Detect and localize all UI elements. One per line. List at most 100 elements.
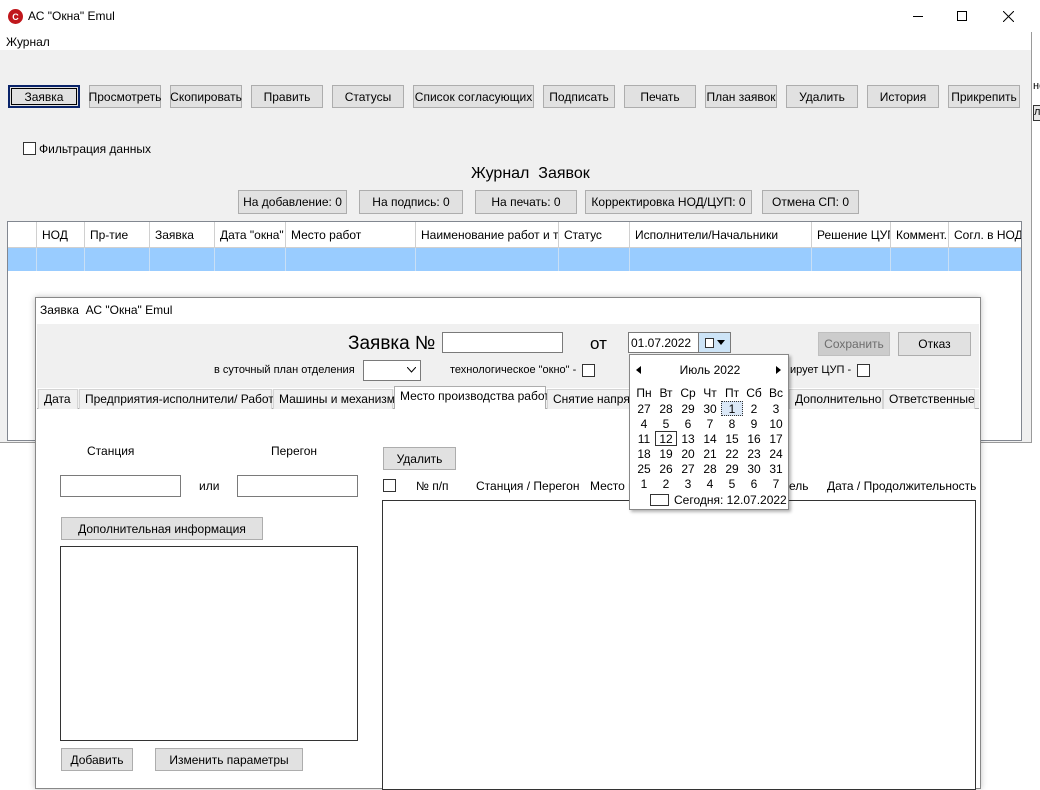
request-number-input[interactable]	[442, 332, 563, 353]
column-header[interactable]: Согл. в НОД	[949, 222, 1021, 248]
date-picker-input[interactable]: 01.07.2022	[628, 332, 731, 353]
calendar-day[interactable]: 10	[765, 416, 787, 431]
column-header[interactable]: Решение ЦУП	[812, 222, 891, 248]
calendar-day[interactable]: 1	[721, 401, 743, 416]
calendar-day[interactable]: 3	[765, 401, 787, 416]
span-input[interactable]	[237, 475, 358, 497]
calendar-day[interactable]: 26	[655, 461, 677, 476]
calendar-day[interactable]: 29	[677, 401, 699, 416]
toolbar-button-history[interactable]: История	[867, 85, 939, 108]
counter-to-print[interactable]: На печать: 0	[475, 190, 577, 214]
calendar-month-title[interactable]: Июль 2022	[630, 363, 790, 377]
column-header[interactable]: Дата "окна"	[215, 222, 286, 248]
calendar-day[interactable]: 15	[721, 431, 743, 446]
calendar-day[interactable]: 21	[699, 446, 721, 461]
calendar-day[interactable]: 22	[721, 446, 743, 461]
delete-location-button[interactable]: Удалить	[383, 447, 456, 470]
calendar-day[interactable]: 3	[677, 476, 699, 491]
calendar-day[interactable]: 6	[743, 476, 765, 491]
toolbar-button-sign[interactable]: Подписать	[543, 85, 615, 108]
column-header[interactable]: Исполнители/Начальники	[630, 222, 812, 248]
toolbar-button-approvers[interactable]: Список согласующих	[413, 85, 534, 108]
toolbar-button-copy[interactable]: Скопировать	[170, 85, 242, 108]
toolbar-button-statuses[interactable]: Статусы	[332, 85, 404, 108]
column-header[interactable]: Статус	[559, 222, 630, 248]
calendar-day[interactable]: 30	[699, 401, 721, 416]
toolbar-button-view[interactable]: Просмотреть	[89, 85, 161, 108]
toolbar-button-print[interactable]: Печать	[624, 85, 696, 108]
calendar-day[interactable]: 29	[721, 461, 743, 476]
calendar-day[interactable]: 7	[765, 476, 787, 491]
add-button[interactable]: Добавить	[61, 748, 133, 771]
tab-machines[interactable]: Машины и механизмы	[273, 389, 404, 409]
counter-to-add[interactable]: На добавление: 0	[238, 190, 347, 214]
calendar-day[interactable]: 27	[633, 401, 655, 416]
calendar-day[interactable]: 8	[721, 416, 743, 431]
table-row[interactable]	[8, 248, 1021, 271]
calendar-day[interactable]: 20	[677, 446, 699, 461]
calendar-day[interactable]: 23	[743, 446, 765, 461]
minimize-button[interactable]	[898, 4, 938, 28]
extra-info-textarea[interactable]	[60, 546, 358, 741]
calendar-day[interactable]: 5	[655, 416, 677, 431]
calendar-day[interactable]: 7	[699, 416, 721, 431]
calendar-day[interactable]: 25	[633, 461, 655, 476]
calendar-day[interactable]: 24	[765, 446, 787, 461]
calendar-day[interactable]: 4	[699, 476, 721, 491]
column-header[interactable]: Место работ	[286, 222, 416, 248]
tech-window-checkbox[interactable]	[582, 364, 595, 377]
toolbar-button-delete[interactable]: Удалить	[786, 85, 858, 108]
change-params-button[interactable]: Изменить параметры	[155, 748, 303, 771]
calendar-day[interactable]: 18	[633, 446, 655, 461]
tab-enterprises[interactable]: Предприятия-исполнители/ Работы	[79, 389, 282, 409]
save-button[interactable]: Сохранить	[818, 332, 890, 356]
counter-to-sign[interactable]: На подпись: 0	[359, 190, 463, 214]
toolbar-button-plan[interactable]: План заявок	[705, 85, 777, 108]
calendar-next-button[interactable]	[776, 363, 786, 375]
calendar-day[interactable]: 4	[633, 416, 655, 431]
date-picker-dropdown-button[interactable]	[698, 333, 730, 352]
calendar-day[interactable]: 28	[655, 401, 677, 416]
select-all-checkbox[interactable]	[383, 479, 396, 492]
calendar-day[interactable]: 11	[633, 431, 655, 446]
locations-list[interactable]	[382, 500, 976, 790]
calendar-day[interactable]: 13	[677, 431, 699, 446]
counter-cancel-sp[interactable]: Отмена СП: 0	[762, 190, 859, 214]
toolbar-button-attach[interactable]: Прикрепить	[948, 85, 1020, 108]
calendar-day[interactable]: 31	[765, 461, 787, 476]
calendar-today-link[interactable]: Сегодня: 12.07.2022	[674, 493, 787, 507]
tab-additional[interactable]: Дополнительно	[789, 389, 883, 409]
calendar-day[interactable]: 12	[655, 431, 677, 446]
calendar-day[interactable]: 17	[765, 431, 787, 446]
calendar-day[interactable]: 16	[743, 431, 765, 446]
extra-info-button[interactable]: Дополнительная информация	[61, 517, 263, 540]
calendar-day[interactable]: 19	[655, 446, 677, 461]
close-button[interactable]	[988, 4, 1028, 28]
cup-checkbox[interactable]	[857, 364, 870, 377]
maximize-button[interactable]	[942, 4, 982, 28]
daily-plan-select[interactable]	[363, 360, 421, 381]
menu-item-journal[interactable]: Журнал	[6, 35, 50, 49]
column-header[interactable]: Пр-тие	[85, 222, 150, 248]
toolbar-button-request[interactable]: Заявка	[8, 85, 80, 108]
column-header[interactable]: Заявка	[150, 222, 215, 248]
column-header[interactable]: Наименование работ и тех	[416, 222, 559, 248]
tab-date[interactable]: Дата	[38, 389, 78, 409]
calendar-day[interactable]: 30	[743, 461, 765, 476]
cancel-button[interactable]: Отказ	[898, 332, 971, 356]
counter-correction[interactable]: Корректировка НОД/ЦУП: 0	[585, 190, 752, 214]
calendar-day[interactable]: 9	[743, 416, 765, 431]
calendar-day[interactable]: 5	[721, 476, 743, 491]
toolbar-button-edit[interactable]: Править	[251, 85, 323, 108]
calendar-day[interactable]: 6	[677, 416, 699, 431]
calendar-day[interactable]: 2	[743, 401, 765, 416]
calendar-day[interactable]: 1	[633, 476, 655, 491]
tab-work-place[interactable]: Место производства работ	[394, 386, 550, 409]
filter-checkbox[interactable]	[23, 142, 36, 155]
calendar-day[interactable]: 2	[655, 476, 677, 491]
calendar-day[interactable]: 28	[699, 461, 721, 476]
column-header[interactable]: НОД	[37, 222, 85, 248]
calendar-day[interactable]: 27	[677, 461, 699, 476]
column-header[interactable]: Коммент.	[891, 222, 949, 248]
tab-responsible[interactable]: Ответственные	[883, 389, 975, 409]
